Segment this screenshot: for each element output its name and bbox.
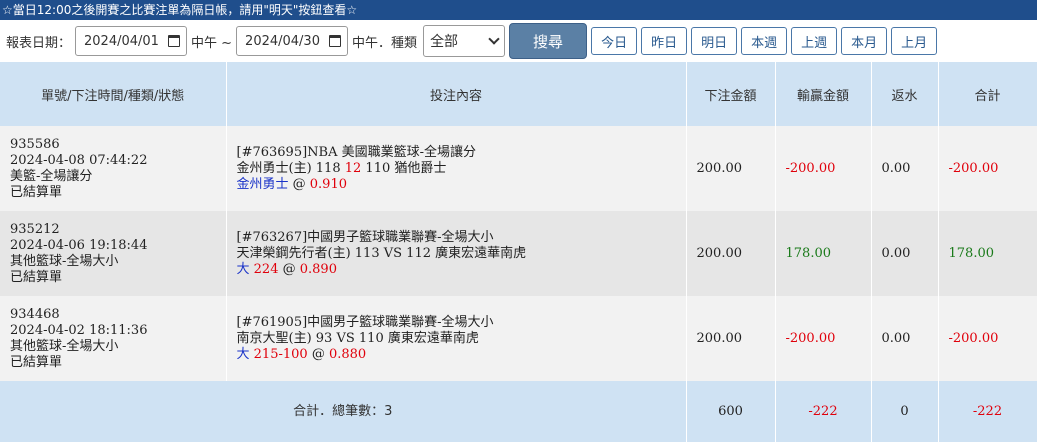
- odds: 0.910: [309, 176, 347, 192]
- bet-pick: 大 215-100 @ 0.880: [236, 346, 367, 362]
- bet-content-cell: [#763267]中國男子籃球職業聯賽-全場大小 天津榮鋼先行者(主) 113 …: [226, 211, 687, 296]
- order-type: 美籃-全場讓分: [10, 168, 93, 184]
- rebate-cell: 0.00: [871, 211, 939, 296]
- last-week-button[interactable]: 上週: [791, 27, 838, 55]
- match-line: VS: [336, 330, 355, 346]
- rebate-cell: 0.00: [871, 296, 939, 381]
- this-week-button[interactable]: 本週: [741, 27, 788, 55]
- table-row: 934468 2024-04-02 18:11:36 其他籃球-全場大小 已結算…: [0, 296, 1037, 381]
- last-month-button[interactable]: 上月: [891, 27, 938, 55]
- event-name: [#763695]NBA 美國職業籃球-全場讓分: [236, 144, 477, 160]
- col-header-rebate: 返水: [871, 62, 939, 126]
- col-header-order: 單號/下注時間/種類/狀態: [0, 62, 227, 126]
- table-row: 935212 2024-04-06 19:18:44 其他籃球-全場大小 已結算…: [0, 211, 1037, 296]
- home-team: 天津榮鋼先行者(主) 113: [236, 245, 380, 261]
- rebate-cell: 0.00: [871, 126, 939, 211]
- odds: 0.880: [328, 346, 367, 362]
- pick-name: 大: [236, 346, 250, 362]
- start-date-value: 2024/04/01: [84, 33, 159, 49]
- stake-cell: 200.00: [686, 211, 776, 296]
- tomorrow-button[interactable]: 明日: [691, 27, 738, 55]
- order-id: 935212: [10, 221, 60, 237]
- category-value: 全部: [430, 34, 459, 50]
- summary-rebate: 0: [871, 381, 939, 442]
- bet-pick: 金州勇士 @ 0.910: [236, 176, 348, 192]
- table-header: 單號/下注時間/種類/狀態 投注內容 下注金額 輸贏金額 返水 合計: [0, 62, 1037, 126]
- winloss-cell: 178.00: [775, 211, 872, 296]
- end-date-value: 2024/04/30: [245, 33, 320, 49]
- order-type: 其他籃球-全場大小: [10, 338, 119, 354]
- this-month-button[interactable]: 本月: [841, 27, 888, 55]
- total-cell: -200.00: [938, 126, 1037, 211]
- summary-winloss: -222: [775, 381, 872, 442]
- calendar-icon[interactable]: [168, 35, 181, 47]
- away-team: 110 猶他爵士: [365, 160, 447, 176]
- match-line: VS: [383, 245, 403, 261]
- bets-table: 單號/下注時間/種類/狀態 投注內容 下注金額 輸贏金額 返水 合計 93558…: [0, 62, 1037, 442]
- start-date-input[interactable]: 2024/04/01: [75, 26, 188, 56]
- match-score: 金州勇士(主) 118 12 110 猶他爵士: [237, 161, 686, 177]
- yesterday-button[interactable]: 昨日: [641, 27, 688, 55]
- stake-cell: 200.00: [686, 126, 776, 211]
- total-cell: 178.00: [938, 211, 1037, 296]
- order-time: 2024-04-08 07:44:22: [10, 152, 148, 168]
- away-team: 110 廣東宏遠華南虎: [358, 330, 479, 346]
- stake-cell: 200.00: [686, 296, 776, 381]
- order-status: 已結算單: [10, 354, 63, 370]
- match-score: 天津榮鋼先行者(主) 113 VS 112 廣東宏遠華南虎: [237, 246, 686, 262]
- order-cell: 935586 2024-04-08 07:44:22 美籃-全場讓分 已結算單: [0, 126, 227, 211]
- order-time: 2024-04-02 18:11:36: [10, 322, 148, 338]
- odds: 0.890: [299, 261, 337, 277]
- order-cell: 934468 2024-04-02 18:11:36 其他籃球-全場大小 已結算…: [0, 296, 227, 381]
- pick-line: 215-100: [253, 346, 308, 362]
- away-team: 112 廣東宏遠華南虎: [406, 245, 527, 261]
- col-header-stake: 下注金額: [686, 62, 776, 126]
- bet-content-cell: [#761905]中國男子籃球職業聯賽-全場大小 南京大聖(主) 93 VS 1…: [226, 296, 687, 381]
- bet-content-cell: [#763695]NBA 美國職業籃球-全場讓分 金州勇士(主) 118 12 …: [226, 126, 687, 211]
- summary-label: 合計．總筆數：3: [0, 381, 687, 442]
- table-row: 935586 2024-04-08 07:44:22 美籃-全場讓分 已結算單 …: [0, 126, 1037, 211]
- today-button[interactable]: 今日: [591, 27, 638, 55]
- winloss-cell: -200.00: [775, 296, 872, 381]
- order-cell: 935212 2024-04-06 19:18:44 其他籃球-全場大小 已結算…: [0, 211, 227, 296]
- pick-line: 224: [253, 261, 279, 277]
- chevron-down-icon: [488, 33, 500, 45]
- order-status: 已結算單: [10, 184, 63, 200]
- winloss-cell: -200.00: [775, 126, 872, 211]
- end-date-input[interactable]: 2024/04/30: [236, 26, 349, 56]
- start-suffix: 中午 ~: [191, 35, 233, 51]
- order-time: 2024-04-06 19:18:44: [10, 237, 148, 253]
- event-name: [#761905]中國男子籃球職業聯賽-全場大小: [236, 314, 494, 330]
- order-id: 935586: [10, 136, 60, 152]
- summary-row: 合計．總筆數：3 600 -222 0 -222: [0, 381, 1037, 442]
- match-score: 南京大聖(主) 93 VS 110 廣東宏遠華南虎: [237, 331, 686, 347]
- date-label: 報表日期：: [6, 35, 72, 51]
- end-suffix: 中午．種類: [352, 35, 418, 51]
- order-status: 已結算單: [10, 269, 63, 285]
- total-cell: -200.00: [938, 296, 1037, 381]
- category-select[interactable]: 全部: [423, 25, 506, 57]
- home-team: 南京大聖(主) 93: [236, 330, 333, 346]
- order-id: 934468: [10, 306, 60, 322]
- order-type: 其他籃球-全場大小: [10, 253, 119, 269]
- calendar-icon[interactable]: [329, 35, 342, 47]
- match-line: 12: [344, 160, 362, 176]
- event-name: [#763267]中國男子籃球職業聯賽-全場大小: [236, 229, 494, 245]
- pick-name: 金州勇士: [236, 176, 289, 192]
- summary-total: -222: [938, 381, 1037, 442]
- summary-stake: 600: [686, 381, 776, 442]
- home-team: 金州勇士(主) 118: [236, 160, 341, 176]
- col-header-winloss: 輸贏金額: [775, 62, 872, 126]
- filter-toolbar: 報表日期： 2024/04/01 中午 ~ 2024/04/30 中午．種類 全…: [0, 20, 1037, 62]
- search-button[interactable]: 搜尋: [509, 23, 588, 59]
- pick-name: 大: [236, 261, 250, 277]
- col-header-total: 合計: [938, 62, 1037, 126]
- bet-pick: 大 224 @ 0.890: [236, 261, 337, 277]
- col-header-content: 投注內容: [226, 62, 687, 126]
- notice-banner: ☆當日12:00之後開賽之比賽注單為隔日帳，請用"明天"按鈕查看☆: [0, 0, 1037, 20]
